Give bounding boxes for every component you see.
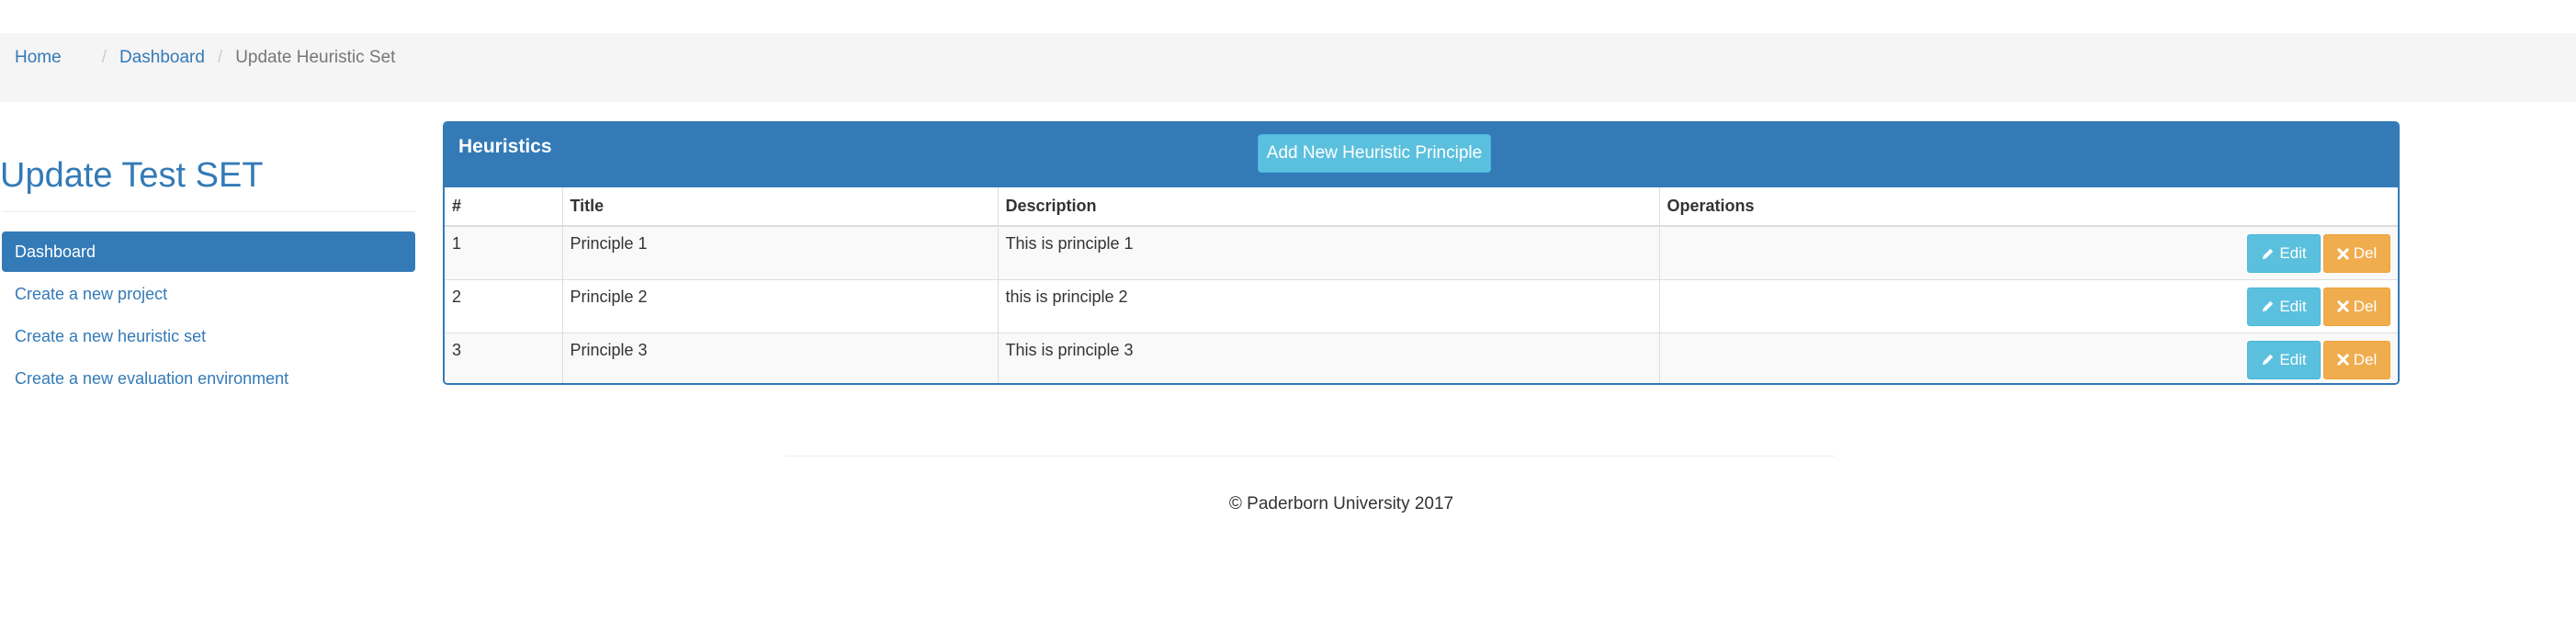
cell-number: 1 (445, 225, 562, 279)
breadcrumb: Home / Dashboard / Update Heuristic Set (15, 33, 395, 83)
cell-title: Principle 1 (561, 225, 998, 279)
delete-button-label: Del (2353, 244, 2378, 262)
panel-title: Heuristics (458, 136, 552, 157)
heuristics-panel: Heuristics Add New Heuristic Principle #… (443, 121, 2400, 385)
breadcrumb-home-link[interactable]: Home (15, 48, 62, 68)
breadcrumb-separator: / (101, 48, 107, 67)
table-row: 2 Principle 2 this is principle 2 Edit D… (445, 278, 2398, 333)
delete-button-label: Del (2353, 350, 2378, 368)
add-heuristic-principle-button[interactable]: Add New Heuristic Principle (1258, 134, 1491, 173)
cell-title: Principle 2 (561, 278, 998, 333)
delete-button[interactable]: Del (2323, 287, 2390, 326)
sidebar-item-create-project[interactable]: Create a new project (2, 274, 415, 314)
edit-button-label: Edit (2279, 297, 2307, 315)
edit-button-label: Edit (2279, 350, 2307, 368)
breadcrumb-bar: Home / Dashboard / Update Heuristic Set (0, 33, 2576, 102)
cell-description: This is principle 1 (997, 225, 1659, 279)
edit-button[interactable]: Edit (2247, 340, 2321, 379)
sidebar-item-create-heuristic-set[interactable]: Create a new heuristic set (2, 316, 415, 356)
footer-divider (785, 456, 1835, 457)
cell-number: 2 (445, 278, 562, 333)
footer-copyright: © Paderborn University 2017 (1228, 494, 1454, 513)
panel-heading: Heuristics Add New Heuristic Principle (445, 123, 2398, 187)
page-title: Update Test SET (0, 156, 264, 195)
x-icon (2337, 300, 2349, 312)
column-header-description: Description (997, 187, 1659, 227)
sidebar-nav: Dashboard Create a new project Create a … (2, 231, 415, 400)
cell-title: Principle 3 (561, 332, 998, 383)
edit-button[interactable]: Edit (2247, 287, 2321, 326)
column-header-number: # (445, 187, 562, 227)
pencil-icon (2261, 247, 2275, 261)
table-row: 3 Principle 3 This is principle 3 Edit D… (445, 332, 2398, 383)
table-header-row: # Title Description Operations (445, 187, 2398, 227)
x-icon (2337, 247, 2349, 260)
breadcrumb-dashboard-link[interactable]: Dashboard (119, 48, 205, 68)
sidebar-item-dashboard[interactable]: Dashboard (2, 231, 415, 272)
breadcrumb-separator: / (217, 48, 223, 67)
table-row: 1 Principle 1 This is principle 1 Edit D… (445, 225, 2398, 279)
pencil-icon (2261, 353, 2275, 367)
cell-operations: Edit Del (1658, 332, 2398, 383)
title-divider (2, 211, 415, 212)
edit-button[interactable]: Edit (2247, 234, 2321, 273)
heuristics-table: # Title Description Operations 1 Princip… (445, 187, 2398, 383)
column-header-title: Title (561, 187, 998, 227)
delete-button[interactable]: Del (2323, 234, 2390, 273)
delete-button[interactable]: Del (2323, 340, 2390, 379)
breadcrumb-current: Update Heuristic Set (235, 48, 396, 67)
pencil-icon (2261, 299, 2275, 313)
sidebar-item-create-evaluation-environment[interactable]: Create a new evaluation environment (2, 358, 415, 399)
delete-button-label: Del (2353, 297, 2378, 315)
cell-description: This is principle 3 (997, 332, 1659, 383)
cell-operations: Edit Del (1658, 278, 2398, 333)
edit-button-label: Edit (2279, 244, 2307, 262)
cell-operations: Edit Del (1658, 225, 2398, 279)
cell-description: this is principle 2 (997, 278, 1659, 333)
cell-number: 3 (445, 332, 562, 383)
x-icon (2337, 354, 2349, 366)
column-header-operations: Operations (1658, 187, 2398, 227)
